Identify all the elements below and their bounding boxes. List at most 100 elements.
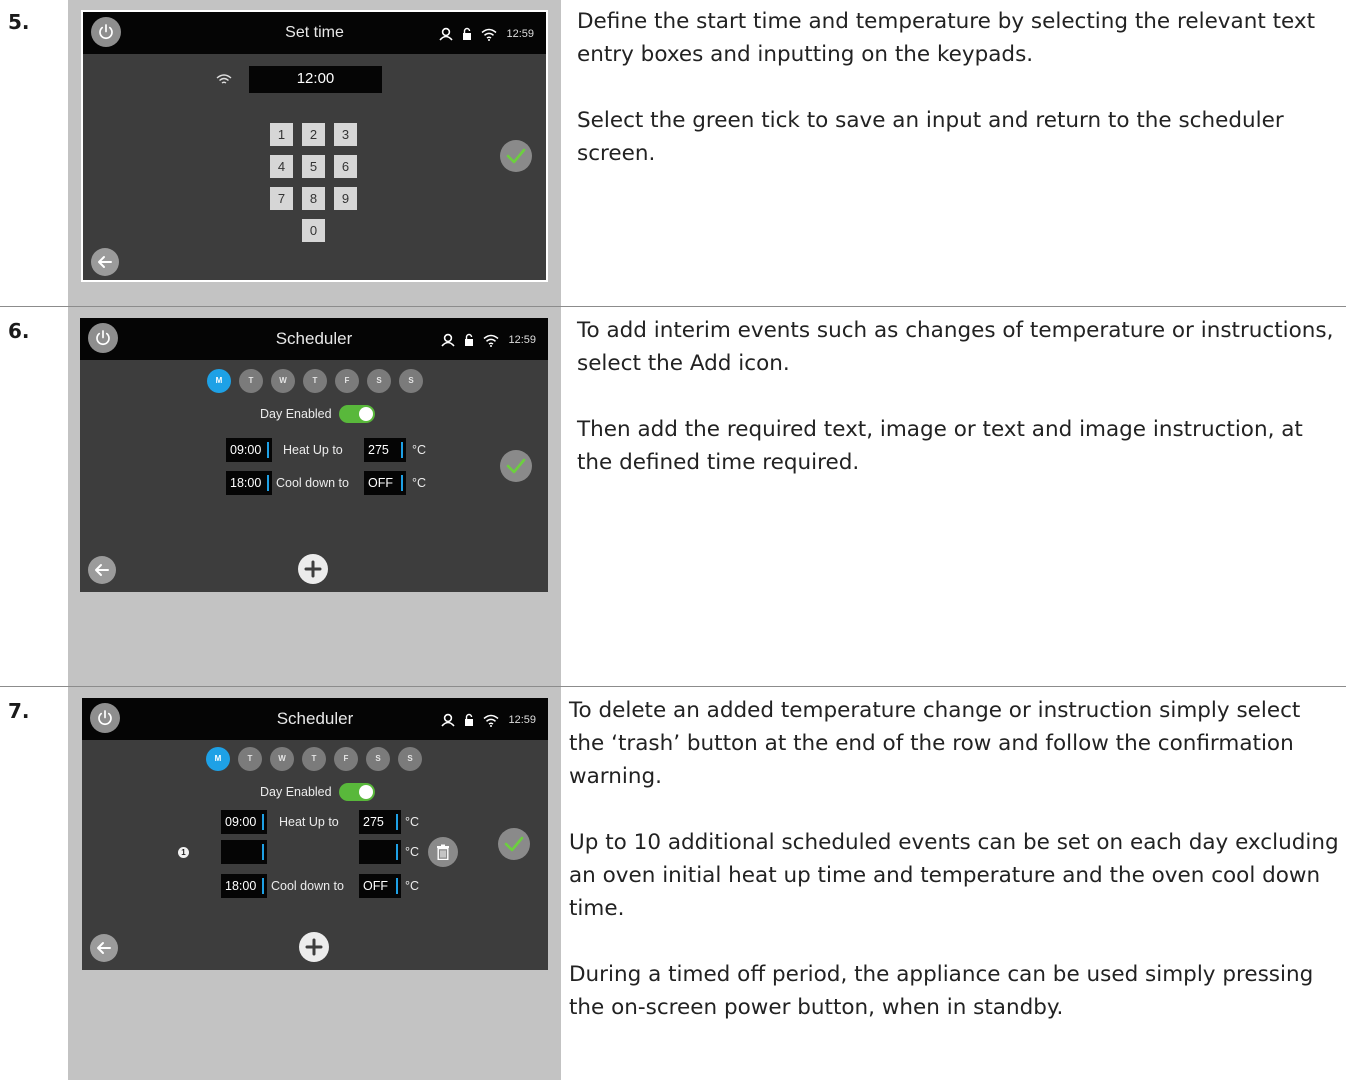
time-field[interactable]: 09:00 <box>221 810 267 834</box>
key-3[interactable]: 3 <box>334 123 357 146</box>
step-number: 7. <box>8 699 30 723</box>
day-enabled-row: Day Enabled <box>260 405 375 423</box>
day-sunday[interactable]: S <box>398 747 422 771</box>
divider <box>0 306 1346 307</box>
wifi-icon <box>483 334 499 347</box>
day-wednesday[interactable]: W <box>271 369 295 393</box>
time-input[interactable]: 12:00 <box>249 66 382 93</box>
day-monday[interactable]: M <box>206 747 230 771</box>
tick-icon <box>506 458 526 474</box>
field-cursor <box>262 878 264 894</box>
wifi-icon <box>216 74 232 84</box>
user-icon <box>441 713 456 727</box>
field-cursor <box>267 475 269 491</box>
day-selector: M T W T F S S <box>206 747 422 771</box>
action-label: Cool down to <box>271 879 344 893</box>
field-cursor <box>396 814 398 830</box>
trash-icon <box>437 844 449 860</box>
lock-icon <box>465 333 474 346</box>
unit-label: °C <box>412 476 427 490</box>
key-9[interactable]: 9 <box>334 187 357 210</box>
step-description: Define the start time and temperature by… <box>577 5 1337 203</box>
day-tuesday[interactable]: T <box>238 747 262 771</box>
temperature-field[interactable]: 275 <box>364 438 406 462</box>
time-field[interactable]: 18:00 <box>226 471 272 495</box>
day-thursday[interactable]: T <box>302 747 326 771</box>
day-enabled-label: Day Enabled <box>260 407 332 421</box>
paragraph: Up to 10 additional scheduled events can… <box>569 830 1339 921</box>
action-label: Cool down to <box>276 476 349 490</box>
user-icon <box>441 333 456 347</box>
save-button[interactable] <box>498 828 530 860</box>
field-cursor <box>396 878 398 894</box>
day-enabled-label: Day Enabled <box>260 785 332 799</box>
day-enabled-toggle[interactable] <box>338 405 375 423</box>
day-enabled-toggle[interactable] <box>338 783 375 801</box>
time-value: 18:00 <box>230 476 262 490</box>
back-arrow-icon <box>97 942 111 954</box>
temperature-field[interactable] <box>359 840 401 864</box>
key-2[interactable]: 2 <box>302 123 325 146</box>
day-enabled-row: Day Enabled <box>260 783 375 801</box>
divider <box>0 686 1346 687</box>
add-event-button[interactable] <box>298 554 328 584</box>
paragraph: During a timed off period, the appliance… <box>569 962 1314 1020</box>
delete-row-button[interactable] <box>428 837 458 867</box>
top-bar: Scheduler 12:59 <box>80 318 548 360</box>
time-field[interactable] <box>221 840 267 864</box>
info-marker: 1 <box>178 847 189 858</box>
time-value: 18:00 <box>225 879 257 893</box>
save-button[interactable] <box>500 450 532 482</box>
key-6[interactable]: 6 <box>334 155 357 178</box>
scheduler-delete-screen: Scheduler 12:59 M T W T F S S Day Enable… <box>82 698 548 970</box>
add-icon <box>305 938 323 956</box>
field-cursor <box>262 814 264 830</box>
unit-label: °C <box>405 879 420 893</box>
clock: 12:59 <box>508 334 536 346</box>
tick-icon <box>504 836 524 852</box>
key-1[interactable]: 1 <box>270 123 293 146</box>
day-friday[interactable]: F <box>334 747 358 771</box>
temperature-field[interactable]: OFF <box>364 471 406 495</box>
key-7[interactable]: 7 <box>270 187 293 210</box>
temperature-value: OFF <box>368 476 393 490</box>
status-bar: 12:59 <box>439 26 534 42</box>
time-field[interactable]: 18:00 <box>221 874 267 898</box>
unit-label: °C <box>412 443 427 457</box>
day-friday[interactable]: F <box>335 369 359 393</box>
user-icon <box>439 27 454 41</box>
lock-icon <box>463 27 472 40</box>
paragraph: Define the start time and temperature by… <box>577 9 1316 67</box>
key-5[interactable]: 5 <box>302 155 325 178</box>
back-arrow-icon <box>95 564 109 576</box>
save-button[interactable] <box>500 140 532 172</box>
back-button[interactable] <box>88 556 116 584</box>
time-field[interactable]: 09:00 <box>226 438 272 462</box>
key-0[interactable]: 0 <box>302 219 325 242</box>
action-label: Heat Up to <box>283 443 343 457</box>
key-4[interactable]: 4 <box>270 155 293 178</box>
time-value: 09:00 <box>225 815 257 829</box>
top-bar: Scheduler 12:59 <box>82 698 548 740</box>
back-button[interactable] <box>91 248 119 276</box>
status-bar: 12:59 <box>441 332 536 348</box>
step-description: To add interim events such as changes of… <box>577 314 1337 512</box>
toggle-knob <box>358 785 373 799</box>
day-sunday[interactable]: S <box>399 369 423 393</box>
back-button[interactable] <box>90 934 118 962</box>
day-monday[interactable]: M <box>207 369 231 393</box>
add-event-button[interactable] <box>299 932 329 962</box>
unit-label: °C <box>405 815 420 829</box>
temperature-field[interactable]: OFF <box>359 874 401 898</box>
day-wednesday[interactable]: W <box>270 747 294 771</box>
wifi-icon <box>481 28 497 41</box>
key-8[interactable]: 8 <box>302 187 325 210</box>
action-label: Heat Up to <box>279 815 339 829</box>
temperature-field[interactable]: 275 <box>359 810 401 834</box>
day-saturday[interactable]: S <box>366 747 390 771</box>
day-thursday[interactable]: T <box>303 369 327 393</box>
set-time-screen: Set time 12:59 12:00 1 2 3 4 5 6 7 8 9 0 <box>81 10 548 282</box>
day-tuesday[interactable]: T <box>239 369 263 393</box>
toggle-knob <box>358 407 373 421</box>
day-saturday[interactable]: S <box>367 369 391 393</box>
